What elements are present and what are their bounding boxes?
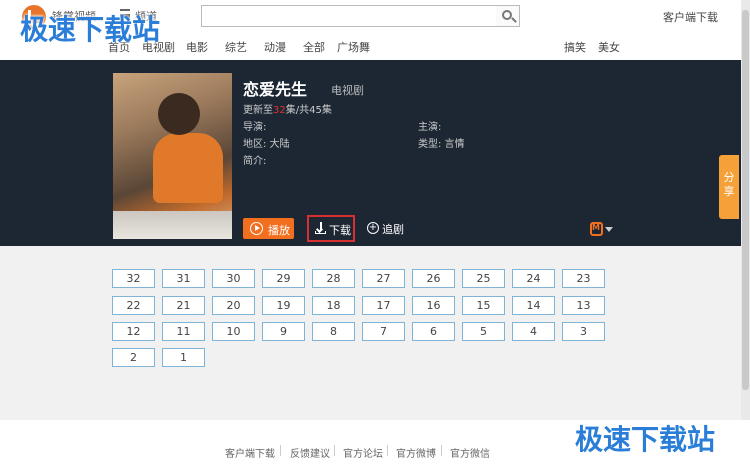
episode-13[interactable]: 13 bbox=[562, 296, 605, 315]
episode-23[interactable]: 23 bbox=[562, 269, 605, 288]
client-download-link[interactable]: 客户端下载 bbox=[663, 9, 718, 25]
footer-link-feedback[interactable]: 反馈建议 bbox=[290, 445, 330, 460]
scrollbar-thumb[interactable] bbox=[742, 10, 749, 390]
episode-9[interactable]: 9 bbox=[262, 322, 305, 341]
episode-27[interactable]: 27 bbox=[362, 269, 405, 288]
episode-11[interactable]: 11 bbox=[162, 322, 205, 341]
genre-field: 类型: 言情 bbox=[418, 139, 465, 150]
footer-link-wechat[interactable]: 官方微信 bbox=[450, 445, 490, 460]
episode-12[interactable]: 12 bbox=[112, 322, 155, 341]
chevron-down-icon[interactable] bbox=[605, 227, 613, 232]
show-type: 电视剧 bbox=[331, 84, 364, 97]
episode-6[interactable]: 6 bbox=[412, 322, 455, 341]
episode-25[interactable]: 25 bbox=[462, 269, 505, 288]
nav-item-anime[interactable]: 动漫 bbox=[264, 39, 286, 55]
episode-4[interactable]: 4 bbox=[512, 322, 555, 341]
episode-28[interactable]: 28 bbox=[312, 269, 355, 288]
nav-item-movie[interactable]: 电影 bbox=[186, 39, 208, 55]
scrollbar[interactable] bbox=[741, 0, 750, 420]
episode-22[interactable]: 22 bbox=[112, 296, 155, 315]
nav-item-variety[interactable]: 综艺 bbox=[225, 39, 247, 55]
episode-2[interactable]: 2 bbox=[112, 348, 155, 367]
footer-link-weibo[interactable]: 官方微博 bbox=[396, 445, 436, 460]
play-icon bbox=[250, 222, 263, 235]
episode-18[interactable]: 18 bbox=[312, 296, 355, 315]
cast-field: 主演: bbox=[418, 122, 442, 133]
share-tab[interactable]: 分享 bbox=[719, 155, 739, 219]
episode-24[interactable]: 24 bbox=[512, 269, 555, 288]
episode-20[interactable]: 20 bbox=[212, 296, 255, 315]
episode-10[interactable]: 10 bbox=[212, 322, 255, 341]
download-icon bbox=[315, 222, 326, 234]
episode-26[interactable]: 26 bbox=[412, 269, 455, 288]
episode-7[interactable]: 7 bbox=[362, 322, 405, 341]
episode-21[interactable]: 21 bbox=[162, 296, 205, 315]
search-input[interactable] bbox=[201, 5, 497, 27]
show-title: 恋爱先生 bbox=[243, 80, 308, 99]
play-button[interactable]: 播放 bbox=[243, 218, 294, 239]
download-button[interactable]: 下载 bbox=[307, 215, 355, 242]
director-field: 导演: bbox=[243, 122, 267, 133]
episode-15[interactable]: 15 bbox=[462, 296, 505, 315]
nav-item-all[interactable]: 全部 bbox=[303, 39, 325, 55]
episode-31[interactable]: 31 bbox=[162, 269, 205, 288]
episode-30[interactable]: 30 bbox=[212, 269, 255, 288]
nav-item-square-dance[interactable]: 广场舞 bbox=[337, 39, 370, 55]
footer-link-forum[interactable]: 官方论坛 bbox=[343, 445, 383, 460]
episode-14[interactable]: 14 bbox=[512, 296, 555, 315]
episode-29[interactable]: 29 bbox=[262, 269, 305, 288]
episode-8[interactable]: 8 bbox=[312, 322, 355, 341]
nav-item-funny[interactable]: 搞笑 bbox=[564, 39, 586, 55]
show-poster[interactable] bbox=[113, 73, 232, 239]
episode-5[interactable]: 5 bbox=[462, 322, 505, 341]
mango-tv-logo-icon[interactable] bbox=[590, 222, 603, 236]
episode-19[interactable]: 19 bbox=[262, 296, 305, 315]
search-button[interactable] bbox=[496, 5, 520, 27]
episode-3[interactable]: 3 bbox=[562, 322, 605, 341]
region-field: 地区: 大陆 bbox=[243, 139, 290, 150]
footer-link-client-download[interactable]: 客户端下载 bbox=[225, 445, 275, 460]
episode-32[interactable]: 32 bbox=[112, 269, 155, 288]
nav-item-beauty[interactable]: 美女 bbox=[598, 39, 620, 55]
plus-circle-icon: + bbox=[367, 222, 379, 234]
episode-16[interactable]: 16 bbox=[412, 296, 455, 315]
episode-1[interactable]: 1 bbox=[162, 348, 205, 367]
intro-field: 简介: bbox=[243, 156, 267, 167]
watermark-top: 极速下载站 bbox=[20, 13, 161, 46]
watermark-bottom: 极速下载站 bbox=[575, 423, 716, 456]
episode-17[interactable]: 17 bbox=[362, 296, 405, 315]
update-status: 更新至32集/共45集 bbox=[243, 105, 332, 116]
